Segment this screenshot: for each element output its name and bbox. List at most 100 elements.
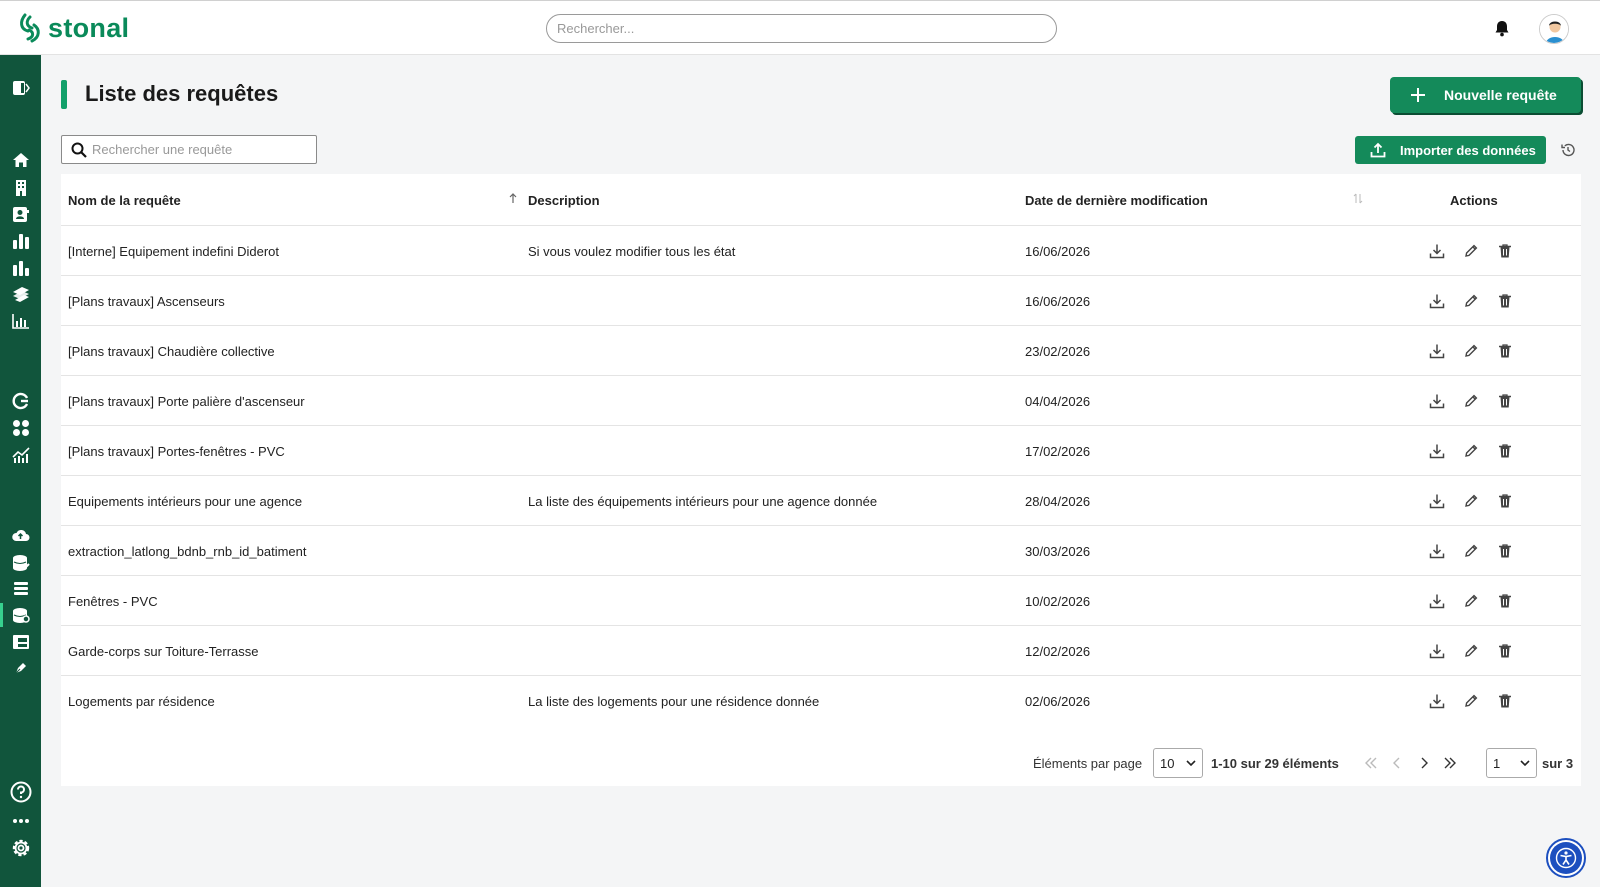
table-row[interactable]: [Interne] Equipement indefini Diderot Si …: [61, 225, 1581, 276]
database-edit-icon[interactable]: [0, 550, 41, 574]
table-row[interactable]: Equipements intérieurs pour une agence La…: [61, 475, 1581, 526]
layers-icon[interactable]: [0, 282, 41, 306]
download-icon[interactable]: [1427, 591, 1447, 611]
request-modified-date: 12/02/2026: [1025, 644, 1091, 659]
building-icon[interactable]: [0, 175, 41, 199]
download-icon[interactable]: [1427, 691, 1447, 711]
table-row[interactable]: Logements par résidence La liste des loge…: [61, 675, 1581, 726]
download-icon[interactable]: [1427, 391, 1447, 411]
delete-trash-icon[interactable]: [1495, 291, 1515, 311]
history-icon[interactable]: [1558, 140, 1578, 160]
user-avatar[interactable]: [1539, 14, 1569, 44]
edit-pencil-icon[interactable]: [1461, 491, 1481, 511]
table-row[interactable]: Garde-corps sur Toiture-Terrasse 12/02/20…: [61, 625, 1581, 676]
last-page-icon[interactable]: [1441, 754, 1459, 772]
download-icon[interactable]: [1427, 341, 1447, 361]
column-header-name[interactable]: Nom de la requête: [68, 174, 181, 226]
sort-ascending-icon[interactable]: [508, 193, 518, 207]
request-name[interactable]: Logements par résidence: [68, 676, 215, 727]
request-modified-date: 17/02/2026: [1025, 444, 1091, 459]
per-page-select[interactable]: 10: [1153, 748, 1203, 778]
stonal-logo[interactable]: stonal: [18, 11, 129, 45]
pen-tool-icon[interactable]: [0, 656, 41, 680]
download-icon[interactable]: [1427, 441, 1447, 461]
edit-pencil-icon[interactable]: [1461, 441, 1481, 461]
help-icon[interactable]: [0, 780, 41, 804]
delete-trash-icon[interactable]: [1495, 591, 1515, 611]
trend-chart-icon[interactable]: [0, 443, 41, 467]
edit-pencil-icon[interactable]: [1461, 641, 1481, 661]
request-name[interactable]: [Plans travaux] Ascenseurs: [68, 276, 225, 327]
edit-pencil-icon[interactable]: [1461, 691, 1481, 711]
request-name[interactable]: [Plans travaux] Porte palière d'ascenseu…: [68, 376, 305, 427]
delete-trash-icon[interactable]: [1495, 491, 1515, 511]
table-row[interactable]: Fenêtres - PVC 10/02/2026: [61, 575, 1581, 626]
import-data-button[interactable]: Importer des données: [1355, 136, 1546, 164]
bar-chart-icon[interactable]: [0, 229, 41, 253]
request-search-box[interactable]: [61, 135, 317, 164]
table-view-icon[interactable]: [0, 630, 41, 654]
more-icon[interactable]: [0, 809, 41, 833]
collapse-sidebar-icon[interactable]: [0, 76, 41, 100]
delete-trash-icon[interactable]: [1495, 241, 1515, 261]
request-name[interactable]: extraction_latlong_bdnb_rnb_id_batiment: [68, 526, 307, 577]
edit-pencil-icon[interactable]: [1461, 541, 1481, 561]
table-row[interactable]: [Plans travaux] Porte palière d'ascenseu…: [61, 375, 1581, 426]
sync-icon[interactable]: [0, 389, 41, 413]
download-icon[interactable]: [1427, 641, 1447, 661]
edit-pencil-icon[interactable]: [1461, 591, 1481, 611]
edit-pencil-icon[interactable]: [1461, 241, 1481, 261]
home-icon[interactable]: [0, 148, 41, 172]
stats-chart-icon[interactable]: [0, 256, 41, 280]
settings-gear-icon[interactable]: [0, 836, 41, 860]
analytics-icon[interactable]: [0, 309, 41, 333]
edit-pencil-icon[interactable]: [1461, 341, 1481, 361]
chevron-down-icon: [1520, 760, 1530, 766]
request-modified-date: 16/06/2026: [1025, 294, 1091, 309]
delete-trash-icon[interactable]: [1495, 391, 1515, 411]
download-icon[interactable]: [1427, 291, 1447, 311]
request-name[interactable]: [Plans travaux] Chaudière collective: [68, 326, 275, 377]
delete-trash-icon[interactable]: [1495, 541, 1515, 561]
download-icon[interactable]: [1427, 491, 1447, 511]
edit-pencil-icon[interactable]: [1461, 391, 1481, 411]
table-row[interactable]: extraction_latlong_bdnb_rnb_id_batiment 3…: [61, 525, 1581, 576]
delete-trash-icon[interactable]: [1495, 441, 1515, 461]
per-page-value: 10: [1160, 755, 1175, 771]
request-name[interactable]: [Interne] Equipement indefini Diderot: [68, 226, 279, 277]
first-page-icon[interactable]: [1362, 754, 1380, 772]
global-search-input[interactable]: [546, 14, 1057, 43]
request-name[interactable]: Equipements intérieurs pour une agence: [68, 476, 302, 527]
accessibility-icon: [1550, 842, 1582, 874]
top-bar: stonal: [0, 0, 1600, 55]
bell-icon[interactable]: [1494, 20, 1510, 42]
download-icon[interactable]: [1427, 241, 1447, 261]
table-row[interactable]: [Plans travaux] Chaudière collective 23/0…: [61, 325, 1581, 376]
delete-trash-icon[interactable]: [1495, 641, 1515, 661]
apps-grid-icon[interactable]: [0, 416, 41, 440]
request-name[interactable]: Garde-corps sur Toiture-Terrasse: [68, 626, 259, 677]
list-icon[interactable]: [0, 576, 41, 600]
request-modified-date: 04/04/2026: [1025, 394, 1091, 409]
cloud-upload-icon[interactable]: [0, 523, 41, 547]
accessibility-button[interactable]: [1546, 838, 1586, 878]
edit-pencil-icon[interactable]: [1461, 291, 1481, 311]
previous-page-icon[interactable]: [1388, 754, 1406, 772]
new-request-button[interactable]: Nouvelle requête: [1390, 77, 1581, 113]
next-page-icon[interactable]: [1415, 754, 1433, 772]
download-icon[interactable]: [1427, 541, 1447, 561]
request-description: La liste des logements pour une résidenc…: [528, 694, 820, 709]
database-query-icon[interactable]: [0, 603, 41, 627]
page-select[interactable]: 1: [1486, 748, 1537, 778]
request-name[interactable]: [Plans travaux] Portes-fenêtres - PVC: [68, 426, 285, 477]
column-header-date[interactable]: Date de dernière modification: [1025, 174, 1208, 226]
request-name[interactable]: Fenêtres - PVC: [68, 576, 158, 627]
table-row[interactable]: [Plans travaux] Ascenseurs 16/06/2026: [61, 275, 1581, 326]
contact-card-icon[interactable]: [0, 202, 41, 226]
delete-trash-icon[interactable]: [1495, 691, 1515, 711]
delete-trash-icon[interactable]: [1495, 341, 1515, 361]
request-search-input[interactable]: [92, 136, 312, 163]
request-modified-date: 16/06/2026: [1025, 244, 1091, 259]
sort-toggle-icon[interactable]: [1353, 193, 1363, 207]
table-row[interactable]: [Plans travaux] Portes-fenêtres - PVC 17/…: [61, 425, 1581, 476]
